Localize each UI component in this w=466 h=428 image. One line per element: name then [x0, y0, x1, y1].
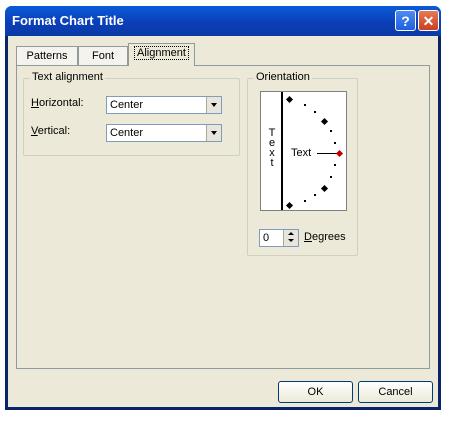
tab-patterns[interactable]: Patterns [16, 46, 78, 65]
dial-dot-icon [330, 130, 332, 132]
degrees-label: Degrees [304, 231, 346, 243]
help-button[interactable]: ? [395, 10, 416, 31]
spin-up-icon[interactable] [288, 232, 294, 235]
dial-dot-icon [304, 104, 306, 106]
dial-dot-icon [334, 142, 336, 144]
horizontal-label: Horizontal: [31, 97, 84, 109]
tab-font[interactable]: Font [78, 46, 128, 65]
dial-current-point-icon[interactable] [335, 149, 344, 158]
orientation-group: Orientation T e x t Text 0 Degrees [247, 71, 358, 256]
cancel-button[interactable]: Cancel [358, 381, 433, 403]
text-alignment-group: Text alignment Horizontal: Center Vertic… [23, 71, 240, 156]
degrees-value: 0 [263, 232, 270, 244]
text-alignment-group-label: Text alignment [30, 71, 105, 83]
tab-alignment[interactable]: Alignment [128, 43, 195, 66]
vertical-text-toggle[interactable]: T e x t [261, 92, 283, 210]
dial-dot-icon [314, 111, 316, 113]
dialog-client-area: Patterns Font Alignment Text alignment H… [8, 36, 438, 407]
ok-button[interactable]: OK [278, 381, 353, 403]
dial-point-icon [285, 95, 294, 104]
tab-label: Patterns [26, 50, 68, 62]
dial-text-sample: Text [291, 147, 312, 159]
dropdown-arrow-icon[interactable] [206, 125, 221, 141]
orientation-group-label: Orientation [254, 71, 312, 83]
dial-dot-icon [330, 176, 332, 178]
window-title: Format Chart Title [12, 13, 124, 28]
spinner-buttons[interactable] [283, 230, 298, 246]
tab-label: Font [91, 50, 114, 62]
spin-down-icon[interactable] [288, 239, 294, 242]
dial-point-icon [320, 117, 329, 126]
vertical-select-value: Center [110, 127, 144, 139]
title-bar[interactable]: Format Chart Title ? ✕ [5, 6, 441, 36]
orientation-dial[interactable]: T e x t Text [260, 91, 347, 211]
dropdown-arrow-icon[interactable] [206, 97, 221, 113]
degrees-spinner[interactable]: 0 [259, 229, 299, 247]
dial-dot-icon [334, 164, 336, 166]
dialog-window: Format Chart Title ? ✕ Patterns Font Ali… [5, 6, 441, 410]
close-button[interactable]: ✕ [418, 10, 439, 31]
alignment-tab-panel: Text alignment Horizontal: Center Vertic… [16, 65, 430, 369]
horizontal-select-value: Center [110, 99, 144, 111]
vertical-label: Vertical: [31, 125, 71, 137]
horizontal-select[interactable]: Center [106, 96, 222, 114]
vertical-select[interactable]: Center [106, 124, 222, 142]
vertical-text-sample: T e x t [268, 127, 276, 169]
dial-dot-icon [304, 200, 306, 202]
dial-point-icon [320, 184, 329, 193]
tab-label: Alignment [134, 46, 189, 60]
dial-point-icon [285, 201, 294, 210]
dial-dot-icon [314, 194, 316, 196]
